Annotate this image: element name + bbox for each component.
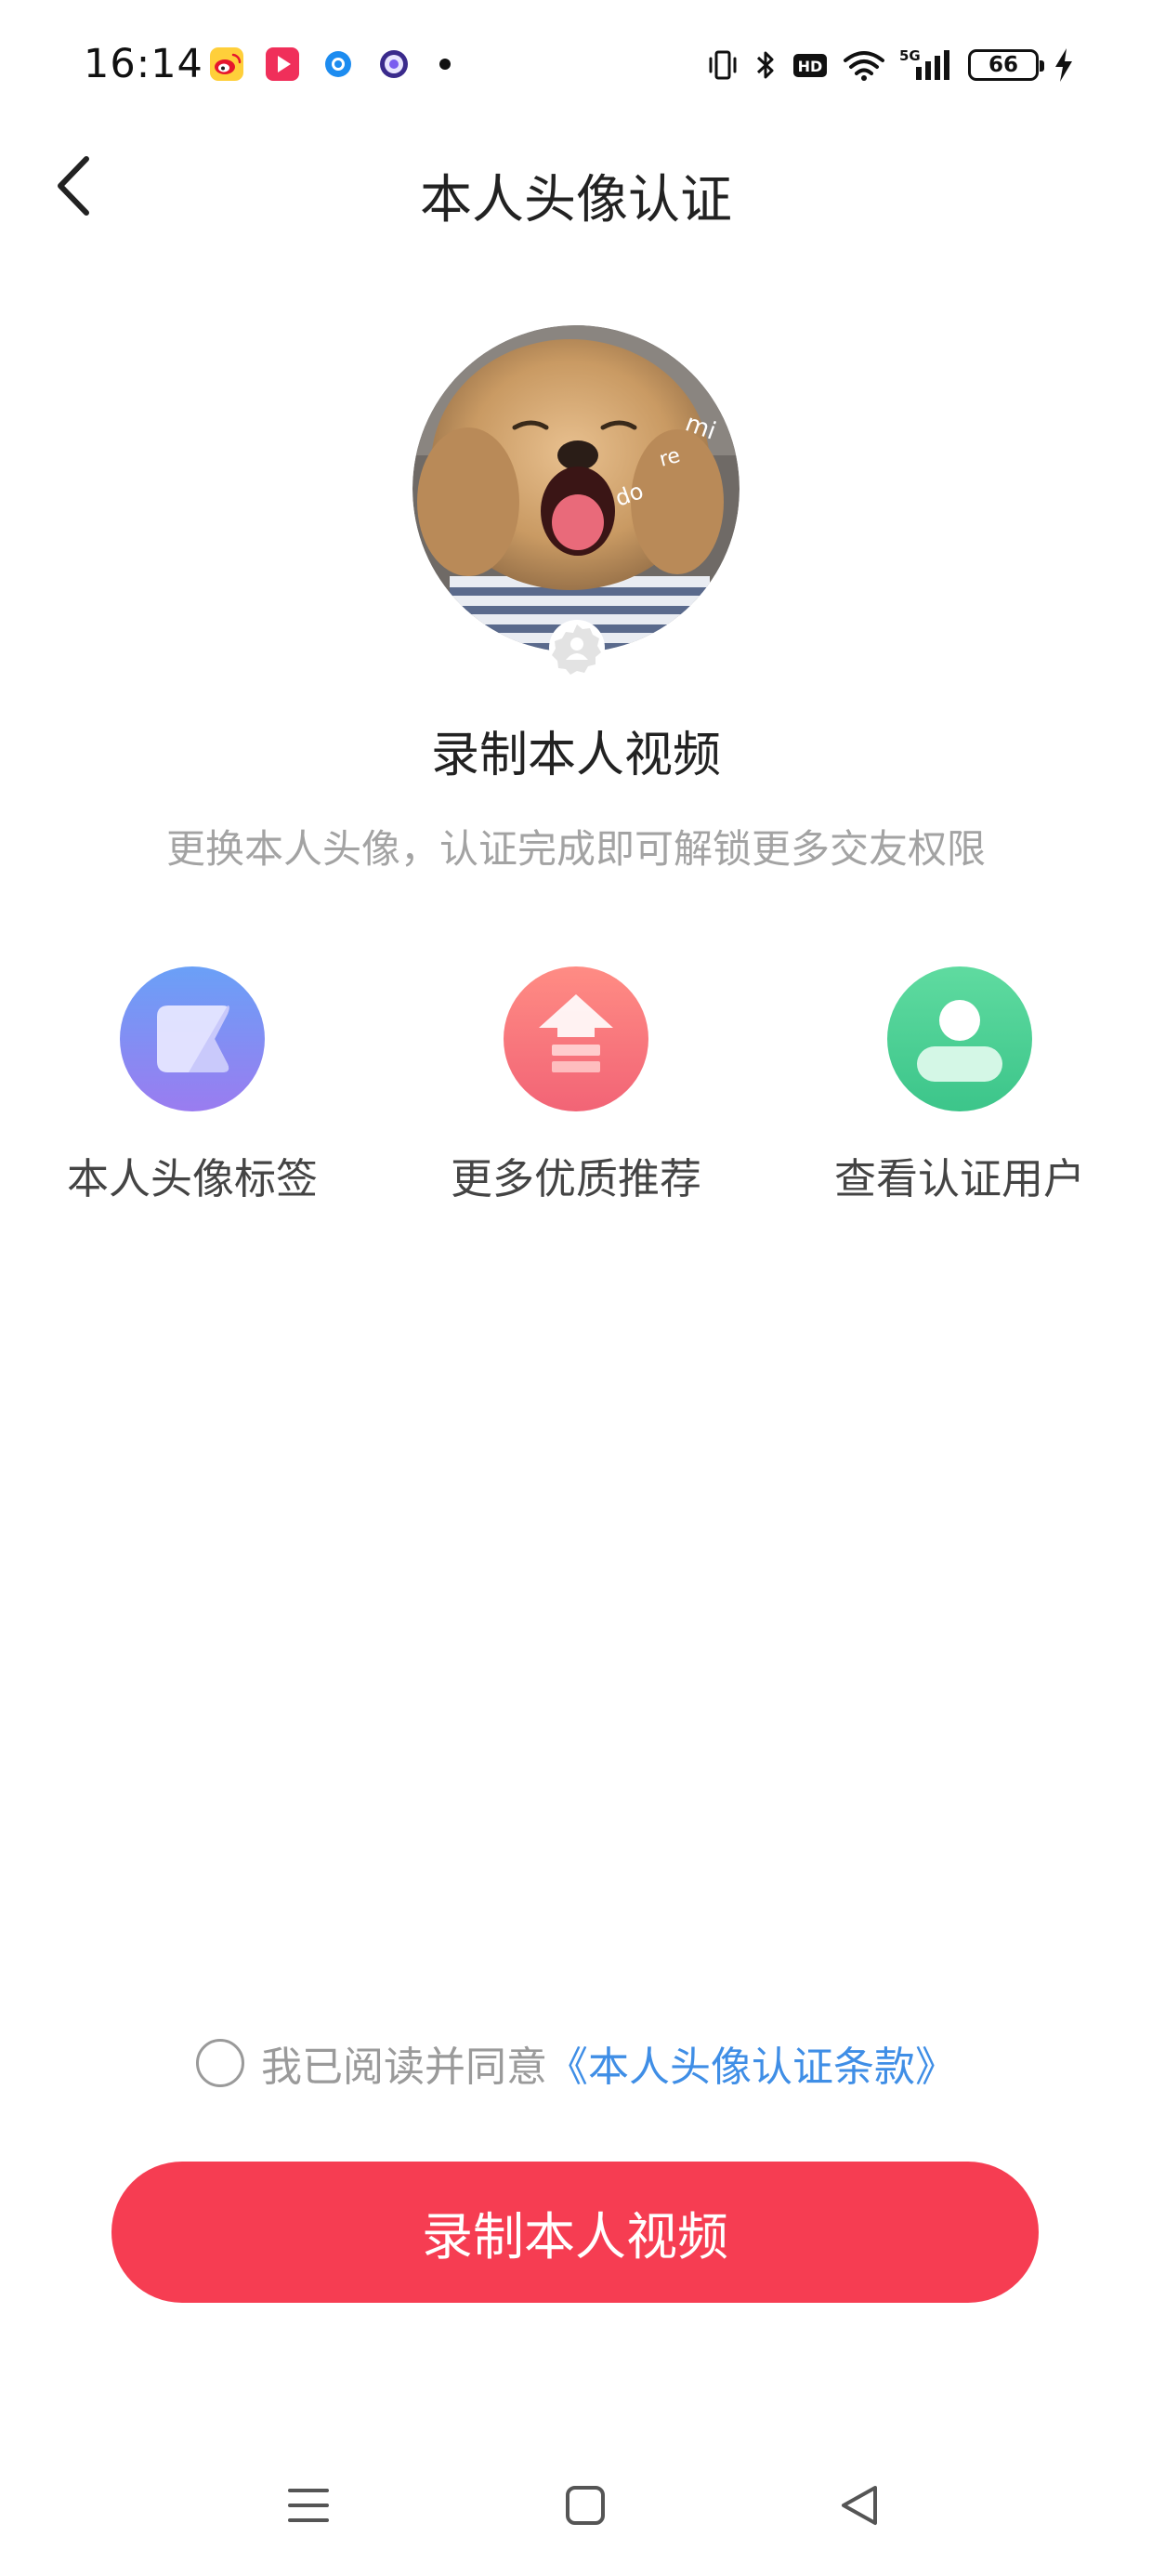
purple-app-icon xyxy=(380,50,408,78)
status-bar: 16:14 HD 5G 66 xyxy=(0,0,1152,139)
agreement-text: 我已阅读并同意 xyxy=(261,2044,547,2091)
page-title: 本人头像认证 xyxy=(420,170,732,230)
video-subtitle: 更换本人头像，认证完成即可解锁更多交友权限 xyxy=(165,826,986,872)
feature-more-recommend: 更多优质推荐 xyxy=(418,966,734,1205)
more-dot-icon xyxy=(439,59,451,70)
svg-text:HD: HD xyxy=(798,58,823,75)
svg-text:5G: 5G xyxy=(899,47,921,64)
bluetooth-icon xyxy=(756,51,774,79)
nav-home-button[interactable] xyxy=(548,2472,622,2539)
wifi-icon xyxy=(844,51,884,81)
menu-icon xyxy=(288,2489,329,2522)
battery-level: 66 xyxy=(988,53,1018,77)
status-time: 16:14 xyxy=(84,41,203,87)
user-avatar[interactable]: mi re do xyxy=(412,325,740,652)
video-heading: 录制本人视频 xyxy=(430,728,721,783)
user-icon xyxy=(887,966,1032,1111)
avatar-container: mi re do xyxy=(412,325,740,676)
weibo-icon xyxy=(210,47,243,81)
blue-dot-app-icon xyxy=(325,51,351,77)
verify-badge-icon xyxy=(549,620,605,676)
vibrate-icon xyxy=(709,50,737,80)
battery-icon: 66 xyxy=(968,49,1044,81)
video-app-icon xyxy=(266,47,299,81)
arrow-up-icon xyxy=(504,966,648,1111)
system-nav-bar xyxy=(0,2453,1152,2556)
agreement-row: 我已阅读并同意 《本人头像认证条款》 xyxy=(0,2033,1152,2093)
notification-icons xyxy=(209,46,451,82)
agree-checkbox[interactable] xyxy=(196,2039,244,2087)
nav-menu-button[interactable] xyxy=(271,2472,346,2539)
signal-5g-icon: 5G xyxy=(899,47,949,80)
system-icons: HD 5G 66 xyxy=(706,46,1076,84)
feature-label: 更多优质推荐 xyxy=(450,1154,701,1203)
hd-icon: HD xyxy=(793,54,827,77)
nav-back-button[interactable] xyxy=(822,2472,897,2539)
terms-link[interactable]: 《本人头像认证条款》 xyxy=(547,2033,956,2093)
back-icon xyxy=(842,2486,877,2525)
tag-icon xyxy=(120,966,265,1111)
feature-avatar-tag: 本人头像标签 xyxy=(34,966,350,1205)
home-icon xyxy=(566,2486,605,2525)
feature-label: 查看认证用户 xyxy=(833,1154,1085,1203)
record-video-button[interactable]: 录制本人视频 xyxy=(111,2162,1039,2303)
charging-icon xyxy=(1055,48,1072,82)
feature-view-verified: 查看认证用户 xyxy=(802,966,1118,1205)
header: 本人头像认证 xyxy=(0,139,1152,232)
feature-label: 本人头像标签 xyxy=(66,1154,318,1203)
